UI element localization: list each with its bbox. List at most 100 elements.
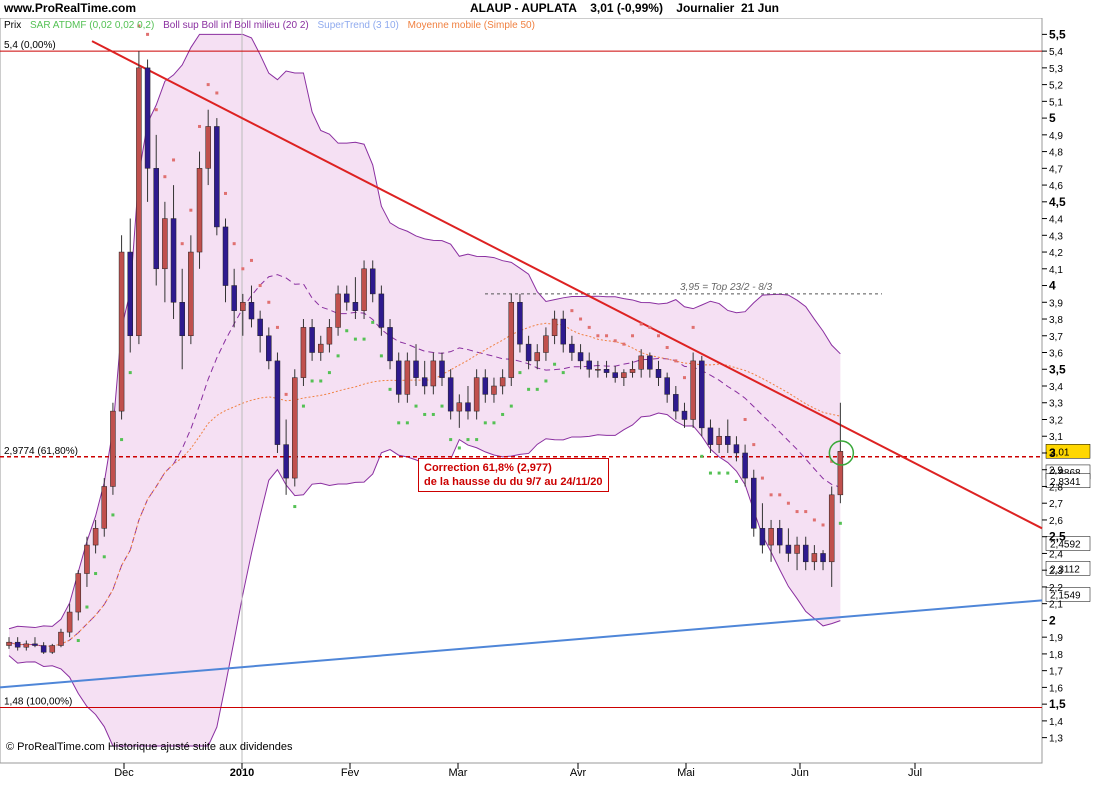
candle-body (430, 360, 437, 387)
candle-body (413, 360, 419, 378)
candle-body (716, 435, 722, 445)
candle-body (6, 641, 12, 646)
sar-dot (379, 354, 383, 358)
sar-dot (821, 523, 825, 527)
sar-dot (241, 267, 245, 271)
sar-dot (804, 510, 808, 514)
y-tick-label: 4,9 (1049, 131, 1063, 142)
sar-dot (657, 334, 660, 338)
sar-dot (163, 175, 167, 179)
candle-body (655, 369, 662, 378)
sar-dot (596, 334, 600, 338)
candle-body (707, 427, 714, 445)
candle-body (118, 251, 125, 412)
sar-dot (466, 438, 470, 442)
candle-body (837, 451, 844, 496)
sar-dot (397, 421, 401, 425)
y-tick-label: 2,1 (1049, 600, 1063, 611)
sar-dot (146, 32, 150, 36)
y-tick-label: 1,4 (1049, 717, 1063, 728)
sar-dot (838, 521, 842, 525)
footer-note: © ProRealTime.com Historique ajusté suit… (6, 741, 293, 753)
candle-body (66, 611, 73, 633)
sar-dot (284, 392, 288, 396)
candle-body (274, 360, 281, 445)
candle-body (214, 126, 220, 228)
sar-dot (501, 412, 505, 416)
candle-body (179, 302, 185, 337)
candle-body (612, 372, 618, 378)
legend-ma: Moyenne mobile (Simple 50) (407, 20, 535, 31)
sar-dot (111, 513, 115, 517)
candle-body (733, 444, 740, 454)
candle-body (395, 360, 402, 395)
site-name[interactable]: www.ProRealTime.com (4, 1, 136, 15)
sar-dot (674, 359, 678, 363)
sar-dot (431, 412, 435, 416)
sar-dot (639, 322, 643, 326)
candle-body (543, 335, 549, 353)
price-chart[interactable]: 5,4 (0,00%) 2,9774 (61,80%) 1,48 (100,00%)… (0, 18, 1100, 800)
candle-body (40, 645, 47, 653)
candle-body (266, 335, 272, 362)
header-symbol: ALAUP (470, 1, 512, 15)
sar-dot (682, 376, 686, 380)
sar-dot (172, 158, 176, 162)
y-tick-label: 3,5 (1049, 362, 1066, 376)
sar-dot (561, 371, 565, 375)
candle-body (231, 285, 237, 311)
y-tick-label: 2,9 (1049, 466, 1063, 477)
y-tick-label: 3,1 (1049, 432, 1063, 443)
candle-body (499, 377, 506, 387)
sar-dot (102, 555, 106, 559)
sar-dot (120, 438, 124, 442)
sar-dot (587, 325, 591, 329)
title-bar: www.ProRealTime.com ALAUP - AUPLATA 3,01… (0, 0, 1100, 18)
x-tick-label: 2010 (230, 767, 254, 779)
sar-dot (180, 242, 184, 246)
candle-body (820, 553, 826, 563)
candle-body (673, 394, 679, 412)
sar-dot (483, 421, 487, 425)
x-tick-label: Jul (908, 767, 922, 779)
sar-dot (527, 387, 531, 391)
y-tick-label: 1,7 (1049, 667, 1063, 678)
candle-body (136, 67, 142, 337)
y-tick-label: 4 (1049, 279, 1056, 293)
level-label: 1,48 (100,00%) (4, 696, 72, 707)
y-tick-label: 2,2 (1049, 583, 1063, 594)
candle-body (560, 318, 566, 345)
y-tick-label: 4,3 (1049, 231, 1063, 242)
sar-dot (700, 454, 704, 458)
sar-dot (198, 124, 202, 128)
y-tick-label: 4,1 (1049, 265, 1063, 276)
legend-boll: Boll sup Boll inf Boll milieu (20 2) (163, 20, 309, 31)
sar-dot (605, 334, 609, 338)
legend-supertrend: SuperTrend (3 10) (317, 20, 399, 31)
candle-body (811, 553, 818, 563)
y-tick-label: 2 (1049, 613, 1056, 627)
candle-body (205, 126, 211, 169)
sar-dot (760, 476, 764, 480)
candle-body (664, 377, 670, 395)
candle-body (751, 477, 757, 529)
y-tick-label: 3,7 (1049, 332, 1063, 343)
header-price: 3,01 (-0,99%) (590, 1, 663, 15)
candle-body (110, 410, 116, 487)
sar-dot (786, 501, 790, 505)
y-tick-label: 4,5 (1049, 195, 1066, 209)
sar-dot (405, 421, 409, 425)
y-tick-label: 3,2 (1049, 415, 1063, 426)
sar-dot (734, 479, 738, 483)
chart-header: ALAUP - AUPLATA 3,01 (-0,99%) Journalier… (470, 1, 779, 15)
sar-dot (154, 108, 158, 112)
sar-dot (327, 371, 331, 375)
candle-body (465, 402, 471, 412)
sar-dot (726, 471, 730, 475)
y-tick-label: 4,2 (1049, 248, 1063, 259)
y-tick-label: 2,7 (1049, 499, 1063, 510)
candle-body (647, 355, 653, 370)
sar-dot (275, 325, 279, 329)
candle-body (638, 355, 644, 370)
sar-dot (310, 379, 314, 383)
